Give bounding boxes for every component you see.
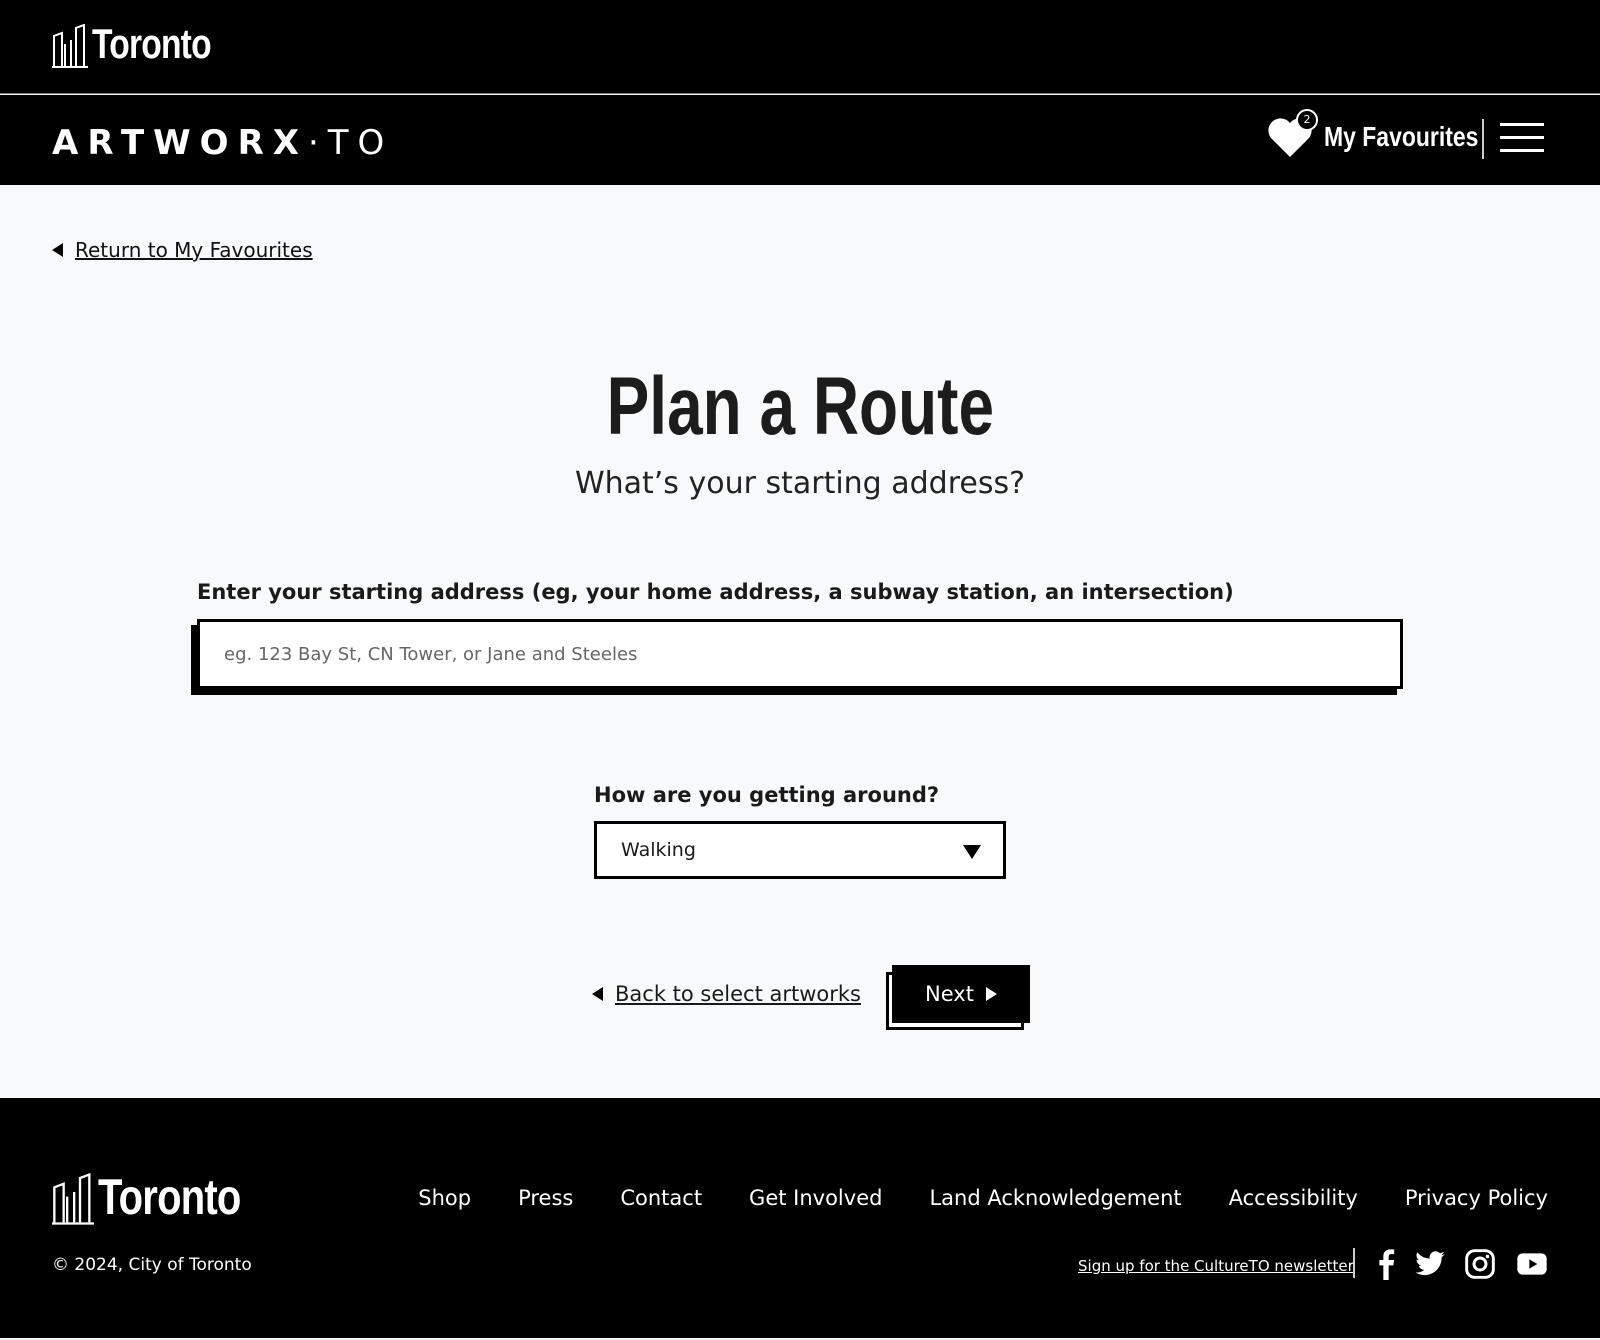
site-nav: ARTWORX·TO 2 My Favourites (0, 95, 1600, 185)
chevron-down-icon (963, 845, 981, 859)
page-subtitle: What’s your starting address? (574, 466, 1026, 501)
footer-link-accessibility[interactable]: Accessibility (1229, 1186, 1358, 1210)
artworx-logo[interactable]: ARTWORX·TO (52, 123, 393, 163)
next-label: Next (925, 982, 974, 1006)
caret-left-icon (52, 243, 63, 257)
footer-link-privacy-policy[interactable]: Privacy Policy (1405, 1186, 1548, 1210)
favourites-count-badge: 2 (1296, 109, 1318, 131)
hamburger-menu-icon[interactable] (1500, 123, 1544, 153)
footer-link-contact[interactable]: Contact (620, 1186, 702, 1210)
footer-link-land-acknowledgement[interactable]: Land Acknowledgement (929, 1186, 1181, 1210)
toronto-logo[interactable]: Toronto (52, 20, 241, 68)
divider (1353, 1248, 1355, 1278)
footer-links: Shop Press Contact Get Involved Land Ack… (418, 1186, 1548, 1210)
next-button[interactable]: Next (892, 965, 1030, 1023)
divider (1482, 119, 1484, 159)
heart-icon: 2 (1266, 109, 1318, 161)
address-label: Enter your starting address (eg, your ho… (197, 580, 1234, 604)
footer-link-press[interactable]: Press (518, 1186, 573, 1210)
caret-left-icon (592, 987, 603, 1001)
footer-link-get-involved[interactable]: Get Involved (749, 1186, 882, 1210)
city-hall-icon (52, 24, 88, 68)
twitter-icon[interactable] (1414, 1248, 1446, 1280)
city-header: Toronto (0, 0, 1600, 94)
back-link-label: Back to select artworks (615, 982, 861, 1006)
travel-mode-select[interactable]: Walking (594, 821, 1006, 879)
favourites-label: My Favourites (1324, 121, 1479, 152)
page-title: Plan a Route (606, 361, 994, 452)
brand-bold: ARTWORX (52, 123, 308, 163)
youtube-icon[interactable] (1516, 1248, 1548, 1280)
caret-right-icon (985, 987, 997, 1001)
my-favourites-button[interactable]: 2 My Favourites (1266, 109, 1512, 161)
newsletter-link[interactable]: Sign up for the CultureTO newsletter (1078, 1257, 1354, 1275)
instagram-icon[interactable] (1464, 1248, 1496, 1280)
facebook-icon[interactable] (1370, 1248, 1402, 1280)
travel-mode-value: Walking (621, 839, 696, 861)
starting-address-input[interactable] (197, 619, 1403, 689)
return-link-label: Return to My Favourites (75, 238, 313, 262)
city-hall-icon (52, 1172, 94, 1225)
copyright: © 2024, City of Toronto (52, 1255, 252, 1275)
return-to-favourites-link[interactable]: Return to My Favourites (52, 238, 313, 262)
brand-light: ·TO (307, 123, 394, 163)
back-to-select-artworks-link[interactable]: Back to select artworks (592, 982, 861, 1006)
footer: Toronto Shop Press Contact Get Involved … (0, 1098, 1600, 1338)
footer-link-shop[interactable]: Shop (418, 1186, 471, 1210)
mode-label: How are you getting around? (594, 783, 940, 807)
toronto-logo-footer[interactable]: Toronto (52, 1168, 276, 1226)
